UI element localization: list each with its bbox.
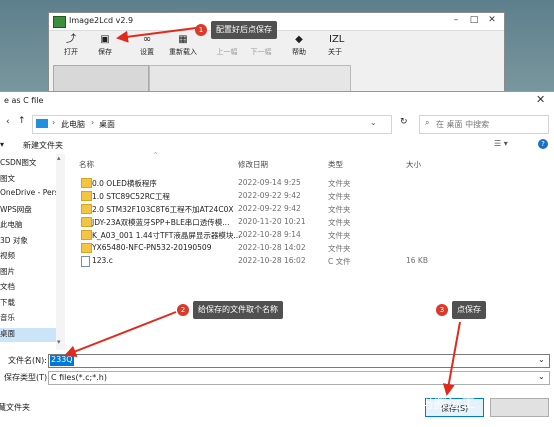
callout-text-2: 给保存的文件取个名称 xyxy=(193,301,283,319)
callout-text-1: 配置好后点保存 xyxy=(211,21,277,39)
arrow-1 xyxy=(116,27,197,43)
callout-badge-2: 2 xyxy=(177,304,189,316)
arrow-2 xyxy=(64,311,177,357)
arrow-3 xyxy=(442,321,461,396)
annotation-arrows xyxy=(64,27,461,396)
callout-badge-1: 1 xyxy=(195,24,207,36)
callout-text-3: 点保存 xyxy=(452,301,486,319)
callout-badge-3: 3 xyxy=(436,304,448,316)
watermark: CSDN @单片机代码搬运工 xyxy=(305,396,476,412)
